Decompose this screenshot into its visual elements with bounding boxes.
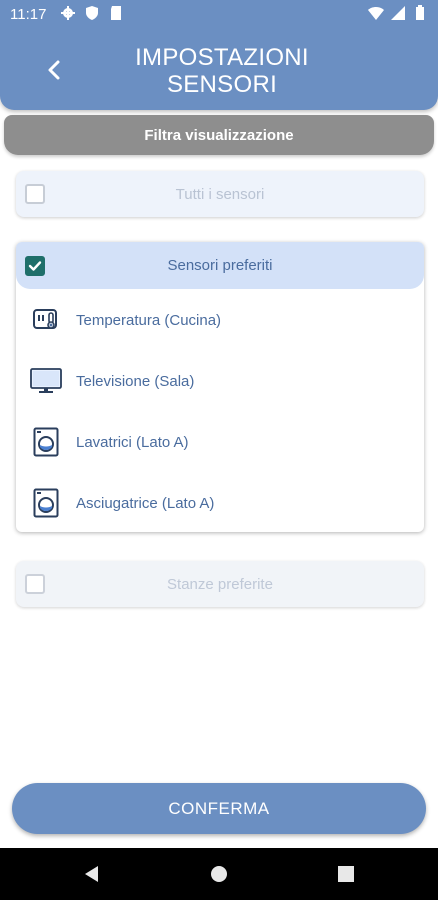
check-icon (28, 260, 42, 271)
sensor-label: Lavatrici (Lato A) (76, 433, 189, 451)
confirm-button[interactable]: CONFERMA (12, 783, 426, 834)
favorite-sensors-option[interactable]: Sensori preferiti (16, 242, 424, 289)
favorite-rooms-option[interactable]: Stanze preferite (16, 561, 424, 607)
navigation-bar (0, 848, 438, 900)
sensor-item-temperatura[interactable]: Temperatura (Cucina) (16, 295, 424, 345)
dryer-icon (30, 487, 62, 519)
favorite-rooms-label: Stanze preferite (167, 575, 273, 593)
nav-home-icon[interactable] (209, 864, 229, 884)
status-icons-right (368, 5, 428, 21)
battery-icon (416, 5, 424, 20)
signal-icon (391, 6, 405, 20)
back-button[interactable] (36, 52, 72, 88)
filter-bar: Filtra visualizzazione (4, 115, 434, 155)
favorite-sensors-checkbox[interactable] (25, 255, 45, 276)
sensor-item-asciugatrice[interactable]: Asciugatrice (Lato A) (16, 478, 424, 528)
settings-icon (61, 6, 75, 20)
favorite-sensors-label: Sensori preferiti (167, 257, 273, 274)
wifi-icon (368, 7, 384, 20)
sensor-label: Asciugatrice (Lato A) (76, 494, 215, 512)
favorite-rooms-checkbox[interactable] (25, 574, 45, 594)
tv-icon (30, 365, 62, 397)
app-header: 11:17 IMPOSTAZIONI SENSORI (0, 0, 438, 110)
all-sensors-label: Tutti i sensori (175, 185, 265, 203)
status-icons-left (60, 5, 124, 21)
sensor-label: Televisione (Sala) (76, 372, 195, 390)
shield-icon (86, 6, 98, 20)
sensor-label: Temperatura (Cucina) (76, 311, 222, 329)
all-sensors-option[interactable]: Tutti i sensori (16, 171, 424, 217)
nav-recents-icon[interactable] (336, 864, 356, 884)
favorite-sensors-panel: Sensori preferiti Temperatura (Cucina) T… (16, 242, 424, 532)
chevron-left-icon (48, 60, 60, 80)
washing-machine-icon (30, 426, 62, 458)
status-time: 11:17 (10, 6, 47, 23)
nav-back-icon[interactable] (82, 864, 102, 884)
thermostat-icon (30, 304, 62, 336)
page-title: IMPOSTAZIONI SENSORI (135, 44, 309, 98)
status-bar: 11:17 (0, 0, 438, 30)
sensor-item-televisione[interactable]: Televisione (Sala) (16, 356, 424, 406)
sensor-item-lavatrici[interactable]: Lavatrici (Lato A) (16, 417, 424, 467)
sd-card-icon (111, 6, 121, 20)
all-sensors-checkbox[interactable] (25, 184, 45, 204)
